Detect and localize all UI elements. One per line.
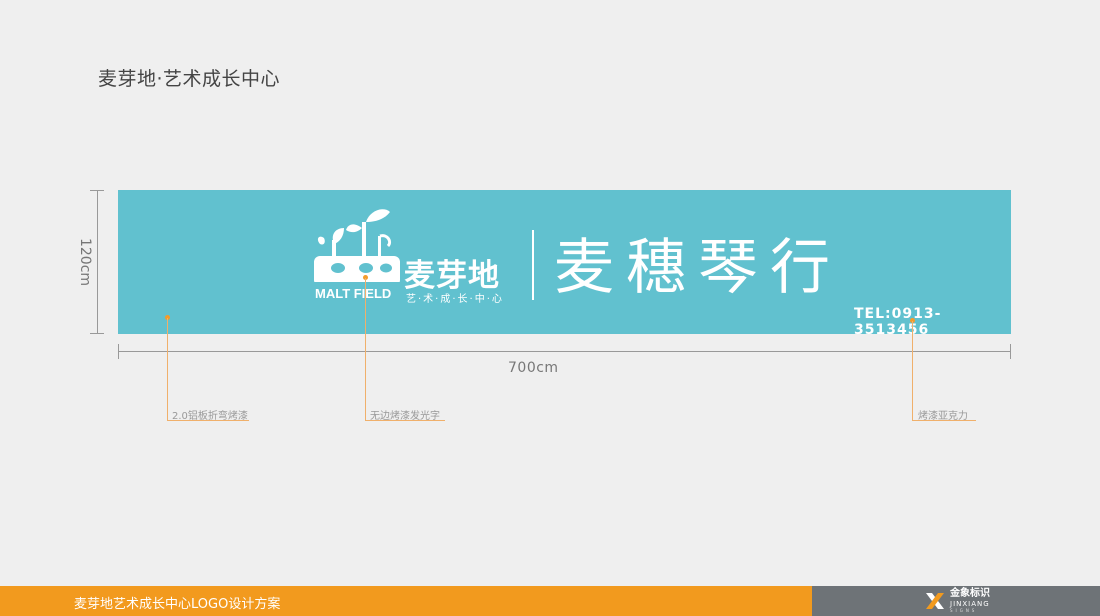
telephone: TEL:0913-3513456 (854, 306, 942, 338)
width-dimension-label: 700cm (508, 360, 559, 376)
footer-company-en-sub: SIGNS (950, 608, 978, 613)
callout-leader-1 (167, 318, 168, 421)
footer: 麦芽地艺术成长中心LOGO设计方案 金象标识 JINXIANG SIGNS (0, 586, 1100, 616)
width-dimension-line (118, 351, 1011, 352)
brand-divider (532, 230, 534, 300)
shop-name: 麦穗琴行 (554, 233, 842, 303)
brand-cn: 麦芽地 (404, 258, 500, 294)
sign-board: MALT FIELD 麦芽地 艺·术·成·长·中·心 麦穗琴行 TEL:0913… (118, 190, 1011, 338)
width-dimension-tick-right (1010, 344, 1011, 359)
callout-label-1: 2.0铝板折弯烤漆 (172, 411, 248, 422)
height-dimension-tick-top (90, 190, 104, 191)
width-dimension-tick-left (118, 344, 119, 359)
jinxiang-logo-icon (926, 593, 944, 609)
callout-label-3: 烤漆亚克力 (918, 411, 968, 422)
malt-field-logo: MALT FIELD (314, 209, 400, 301)
page-title: 麦芽地·艺术成长中心 (98, 68, 281, 90)
height-dimension-label: 120cm (77, 237, 93, 287)
height-dimension-line (97, 190, 98, 334)
footer-title: 麦芽地艺术成长中心LOGO设计方案 (74, 597, 281, 612)
brand-en-text: MALT FIELD (315, 286, 391, 301)
callout-label-2: 无边烤漆发光字 (370, 411, 440, 422)
footer-accent-bar: 麦芽地艺术成长中心LOGO设计方案 (0, 586, 812, 616)
callout-leader-2 (365, 278, 366, 421)
brand-subtitle: 艺·术·成·长·中·心 (406, 294, 504, 305)
footer-brand-bar: 金象标识 JINXIANG SIGNS (812, 586, 1100, 616)
footer-company-cn: 金象标识 (950, 588, 990, 599)
callout-leader-3 (912, 321, 913, 421)
footer-company-en: JINXIANG (950, 600, 990, 608)
height-dimension-tick-bottom (90, 333, 104, 334)
